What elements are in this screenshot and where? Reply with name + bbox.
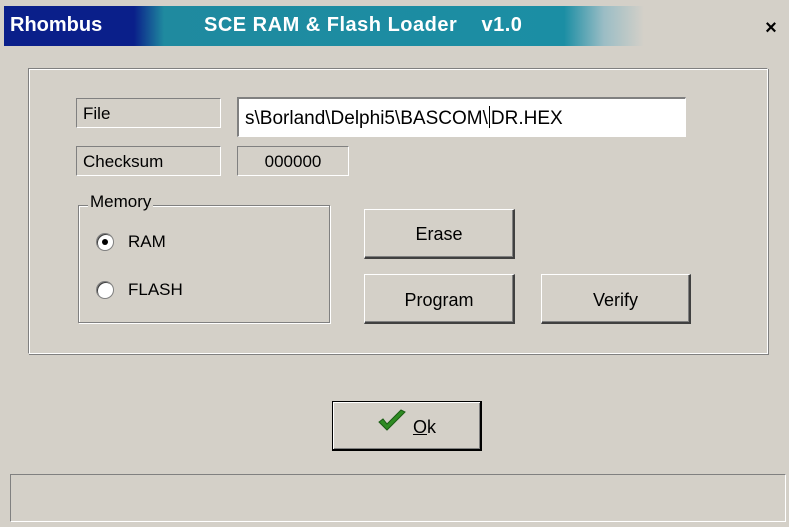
- file-label: File: [76, 98, 221, 128]
- ok-label: Ok: [413, 404, 436, 450]
- radio-flash-label: FLASH: [128, 280, 183, 299]
- file-path-input[interactable]: s\Borland\Delphi5\BASCOM\ DR.HEX: [237, 97, 686, 137]
- text-caret: [488, 106, 490, 128]
- memory-groupbox: [78, 205, 330, 323]
- checksum-value: 000000: [237, 146, 349, 176]
- radio-ram[interactable]: RAM: [96, 232, 166, 252]
- checkmark-icon: [377, 404, 407, 450]
- loader-window: Rhombus SCE RAM & Flash Loader v1.0 × Fi…: [0, 0, 789, 527]
- window-title: SCE RAM & Flash Loader v1.0: [204, 14, 523, 36]
- ok-button[interactable]: Ok: [332, 401, 482, 451]
- memory-group-title: Memory: [88, 192, 154, 212]
- radio-ram-indicator[interactable]: [96, 233, 114, 251]
- title-bar[interactable]: Rhombus SCE RAM & Flash Loader v1.0 ×: [4, 6, 789, 46]
- file-path-text-before-caret: s\Borland\Delphi5\BASCOM\: [245, 108, 488, 129]
- file-path-text-after-caret: DR.HEX: [490, 108, 563, 129]
- ok-label-rest: k: [427, 417, 436, 438]
- radio-ram-label: RAM: [128, 232, 166, 251]
- ok-mnemonic: O: [412, 417, 427, 438]
- erase-button[interactable]: Erase: [364, 209, 515, 259]
- program-button[interactable]: Program: [364, 274, 515, 324]
- status-bar: [10, 474, 786, 522]
- radio-flash-indicator[interactable]: [96, 281, 114, 299]
- close-icon[interactable]: ×: [761, 18, 781, 38]
- radio-flash[interactable]: FLASH: [96, 280, 183, 300]
- radio-selected-dot: [102, 239, 108, 245]
- checksum-label: Checksum: [76, 146, 221, 176]
- brand-label: Rhombus: [10, 14, 103, 36]
- verify-button[interactable]: Verify: [541, 274, 691, 324]
